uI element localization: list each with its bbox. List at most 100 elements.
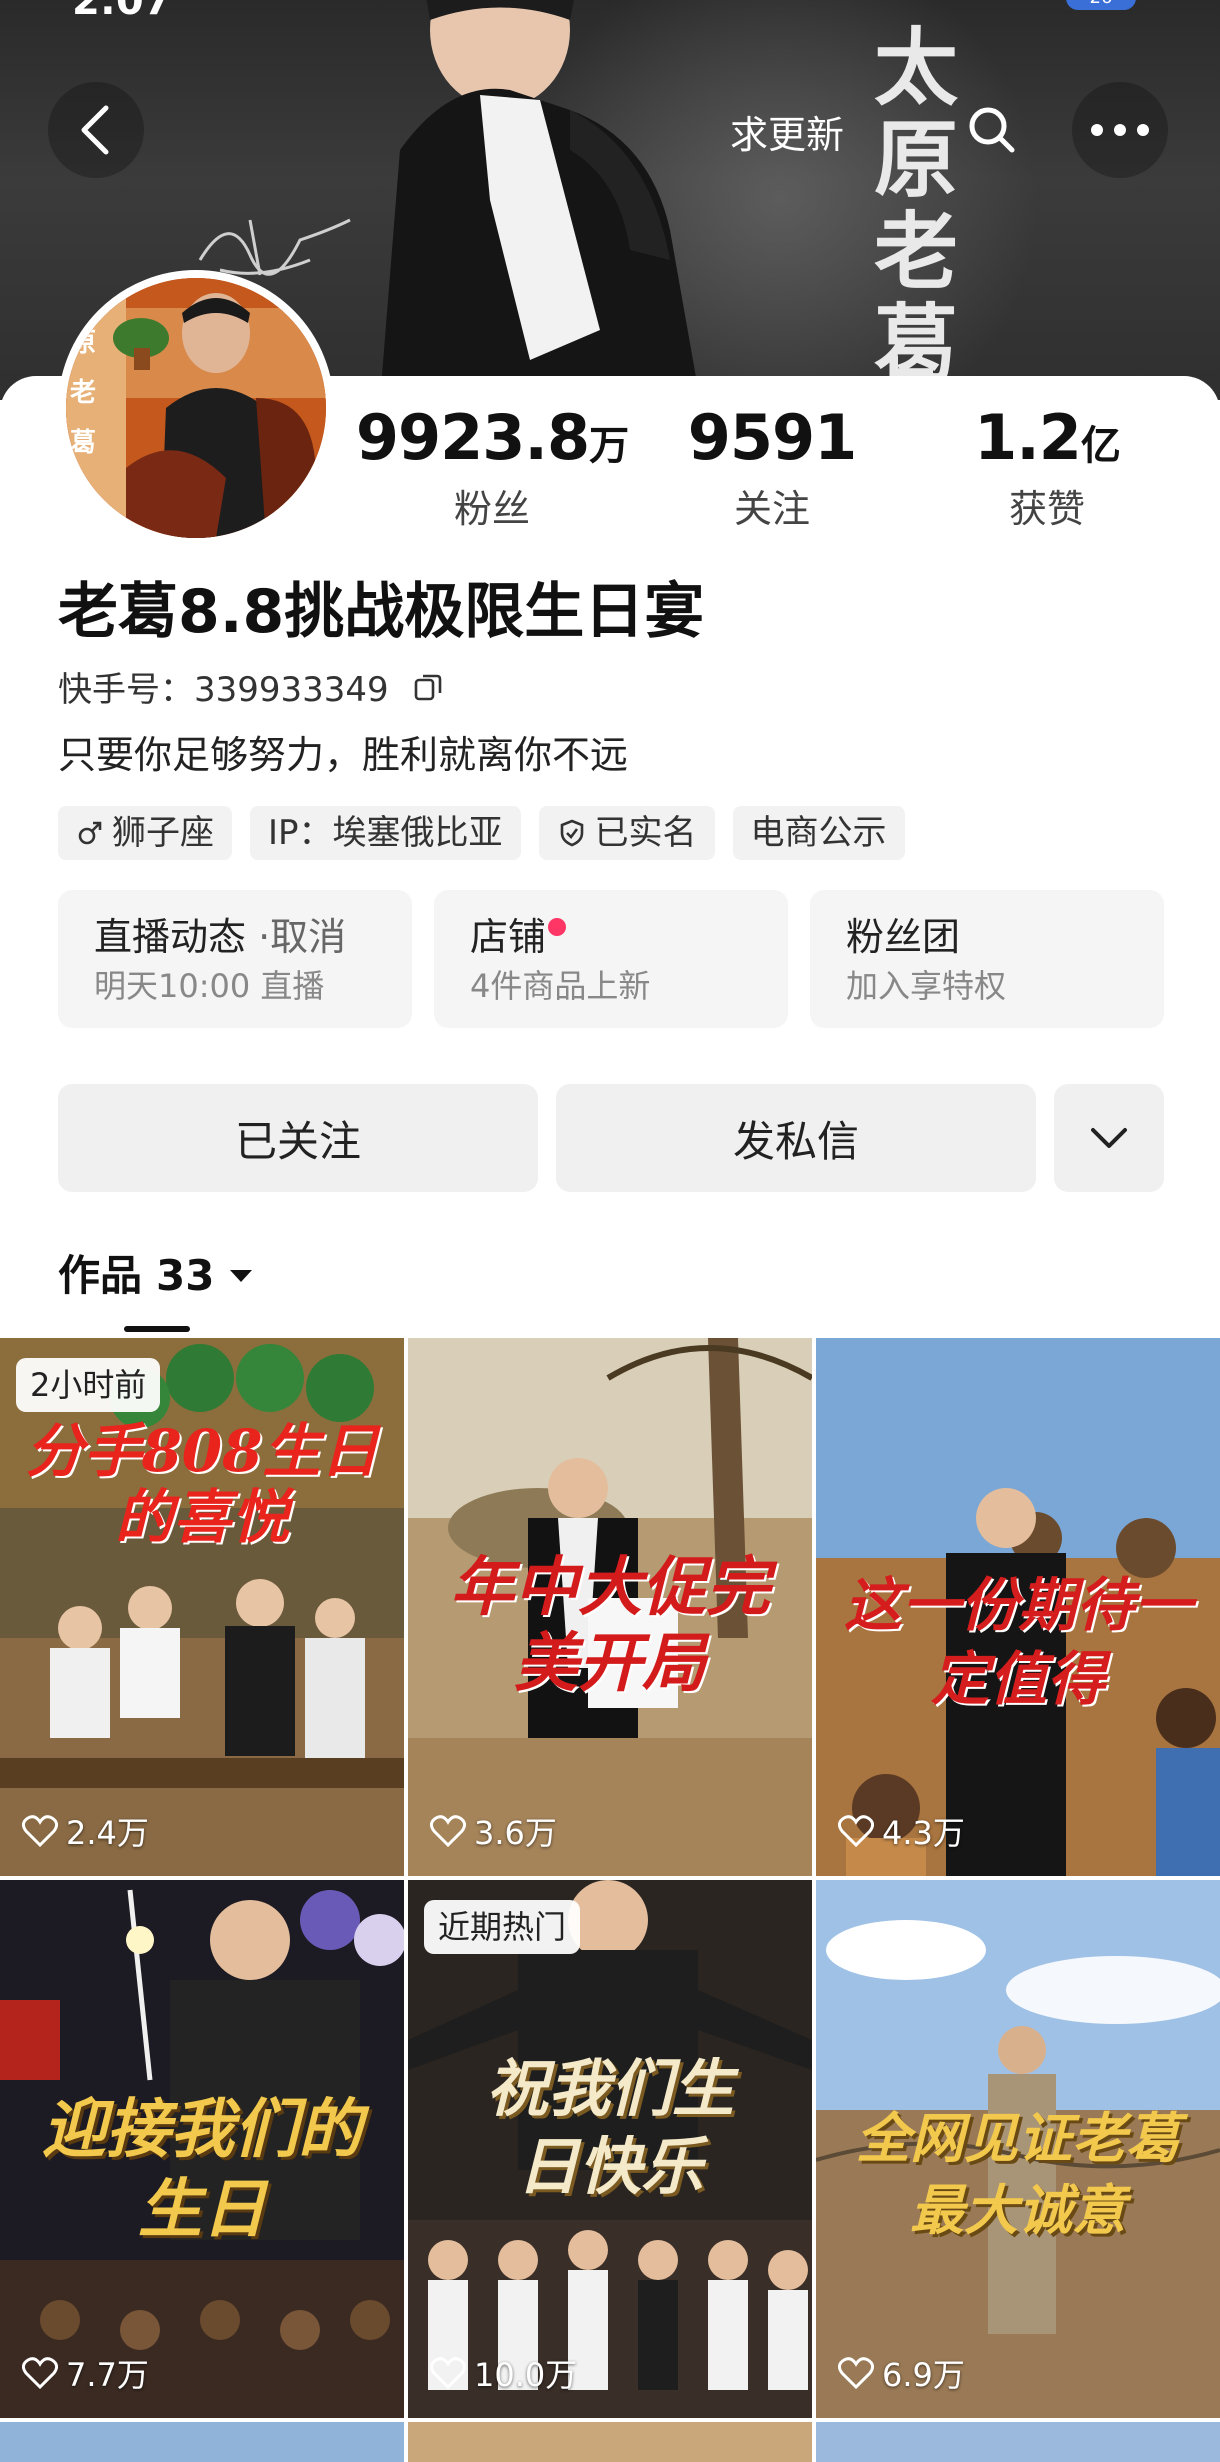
video-likes: 4.3万 xyxy=(838,1808,965,1854)
video-tile[interactable]: 分手808生日的喜悦 2小时前 2.4万 xyxy=(0,1338,404,1876)
video-badge: 2小时前 xyxy=(16,1358,161,1412)
video-tile[interactable]: 祝我们生日快乐 近期热门 10.0万 xyxy=(408,1880,812,2418)
stat-likes-unit: 亿 xyxy=(1080,423,1121,469)
tab-works-label: 作品 xyxy=(58,1251,143,1300)
tag-ecommerce[interactable]: 电商公示 xyxy=(732,806,905,860)
stat-followers-number: 9923.8 xyxy=(355,401,590,474)
following-button[interactable]: 已关注 xyxy=(58,1084,538,1192)
video-likes-count: 3.6万 xyxy=(474,1814,557,1852)
expand-more-button[interactable] xyxy=(1054,1084,1164,1192)
video-likes: 10.0万 xyxy=(430,2350,577,2396)
request-update-button[interactable]: 求更新 xyxy=(730,104,844,159)
video-caption: 全网见证老葛最大诚意 xyxy=(856,2106,1180,2242)
video-likes: 3.6万 xyxy=(430,1808,557,1854)
copy-icon[interactable] xyxy=(412,670,444,714)
back-button[interactable] xyxy=(48,82,144,178)
male-icon xyxy=(78,821,102,845)
tag-ecommerce-label: 电商公示 xyxy=(750,813,887,853)
video-tile[interactable]: 这一份期待一定值得 4.3万 xyxy=(816,1338,1220,1876)
tab-works-count: 33 xyxy=(156,1251,215,1300)
feature-cards: 直播动态 ·取消 明天10:00 直播 店铺 4件商品上新 粉丝团 加入享特权 xyxy=(58,890,1164,1028)
heart-icon xyxy=(22,2357,58,2389)
profile-bio: 只要你足够努力，胜利就离你不远 xyxy=(58,733,629,777)
heart-icon xyxy=(838,1815,874,1847)
tag-verified[interactable]: 已实名 xyxy=(538,806,715,860)
stat-likes[interactable]: 1.2亿 获赞 xyxy=(907,400,1187,534)
tag-constellation: 狮子座 xyxy=(58,806,232,860)
stat-followers-label: 粉丝 xyxy=(453,487,530,531)
video-caption: 祝我们生日快乐 xyxy=(485,2052,734,2203)
shop-subtitle: 4件商品上新 xyxy=(470,967,651,1005)
live-schedule-card[interactable]: 直播动态 ·取消 明天10:00 直播 xyxy=(58,890,412,1028)
stat-following-label: 关注 xyxy=(733,487,810,531)
tab-works[interactable]: 作品 33 xyxy=(58,1248,254,1304)
heart-icon xyxy=(430,2357,466,2389)
battery-icon: 26 xyxy=(1066,0,1136,10)
stat-followers[interactable]: 9923.8万 粉丝 xyxy=(352,400,632,534)
shop-card[interactable]: 店铺 4件商品上新 xyxy=(434,890,788,1028)
more-options-button[interactable] xyxy=(1072,82,1168,178)
profile-tags: 狮子座 IP：埃塞俄比亚 已实名 电商公示 xyxy=(58,806,905,860)
video-likes-count: 4.3万 xyxy=(882,1814,965,1852)
search-button[interactable] xyxy=(944,82,1040,178)
status-icons: 26 xyxy=(936,0,1136,16)
notification-dot xyxy=(548,918,567,936)
profile-name: 老葛8.8挑战极限生日宴 xyxy=(58,577,705,647)
chevron-down-icon xyxy=(1091,1128,1127,1148)
video-tile[interactable] xyxy=(0,2422,404,2462)
video-tile[interactable]: 全网见证老葛最大诚意 6.9万 xyxy=(816,1880,1220,2418)
video-tile[interactable]: 年中大促完美开局 3.6万 xyxy=(408,1338,812,1876)
heart-icon xyxy=(838,2357,874,2389)
chevron-left-icon xyxy=(81,105,109,155)
video-caption: 迎接我们的生日 xyxy=(42,2092,362,2247)
profile-stats: 9923.8万 粉丝 9591 关注 1.2亿 获赞 xyxy=(352,400,1202,540)
stat-likes-label: 获赞 xyxy=(1008,487,1085,531)
video-caption: 分手808生日的喜悦 xyxy=(25,1417,379,1551)
tag-ip-label: IP：埃塞俄比亚 xyxy=(268,813,503,853)
tag-ip-location: IP：埃塞俄比亚 xyxy=(250,806,521,860)
action-row: 已关注 发私信 xyxy=(58,1084,1164,1192)
kwai-id-row: 快手号：339933349 xyxy=(58,668,444,714)
tag-constellation-label: 狮子座 xyxy=(112,813,214,853)
search-icon xyxy=(969,107,1015,153)
stat-followers-unit: 万 xyxy=(589,423,629,469)
caret-down-icon xyxy=(230,1270,253,1282)
fan-club-card[interactable]: 粉丝团 加入享特权 xyxy=(810,890,1164,1028)
verified-shield-icon xyxy=(560,819,583,847)
tag-verified-label: 已实名 xyxy=(594,813,697,853)
banner-portrait xyxy=(380,0,700,400)
avatar-image xyxy=(66,278,326,538)
video-likes: 2.4万 xyxy=(22,1808,149,1854)
video-likes: 7.7万 xyxy=(22,2350,149,2396)
video-caption: 这一份期待一定值得 xyxy=(843,1571,1192,1713)
avatar[interactable]: 原老葛 xyxy=(58,270,334,546)
video-likes-count: 2.4万 xyxy=(66,1814,149,1852)
tab-active-indicator xyxy=(124,1326,190,1332)
stat-likes-number: 1.2 xyxy=(974,401,1082,474)
video-likes-count: 10.0万 xyxy=(474,2356,578,2394)
video-likes: 6.9万 xyxy=(838,2350,965,2396)
live-schedule-title: 直播动态 xyxy=(94,915,247,959)
video-badge: 近期热门 xyxy=(424,1900,581,1954)
status-time: 2:07 xyxy=(72,0,172,24)
stat-following-number: 9591 xyxy=(687,401,858,474)
more-dots-icon xyxy=(1091,124,1149,136)
video-tile[interactable]: 迎接我们的生日 7.7万 xyxy=(0,1880,404,2418)
heart-icon xyxy=(22,1815,58,1847)
send-message-button[interactable]: 发私信 xyxy=(556,1084,1036,1192)
kwai-id-value: 339933349 xyxy=(194,670,389,710)
video-tile[interactable] xyxy=(816,2422,1220,2462)
video-caption: 年中大促完美开局 xyxy=(450,1550,770,1701)
fan-club-subtitle: 加入享特权 xyxy=(846,967,1007,1005)
live-schedule-subtitle: 明天10:00 直播 xyxy=(94,967,325,1005)
fan-club-title: 粉丝团 xyxy=(846,915,961,959)
heart-icon xyxy=(430,1815,466,1847)
video-tile[interactable] xyxy=(408,2422,812,2462)
video-likes-count: 7.7万 xyxy=(66,2356,149,2394)
video-likes-count: 6.9万 xyxy=(882,2356,965,2394)
banner-vertical-title: 太原老葛 xyxy=(873,18,958,393)
video-grid: 分手808生日的喜悦 2小时前 2.4万 年中大促完美开局 3.6万 这一份期待… xyxy=(0,1338,1220,2462)
shop-title: 店铺 xyxy=(470,915,547,959)
stat-following[interactable]: 9591 关注 xyxy=(632,400,912,534)
live-cancel-link[interactable]: ·取消 xyxy=(246,915,346,959)
